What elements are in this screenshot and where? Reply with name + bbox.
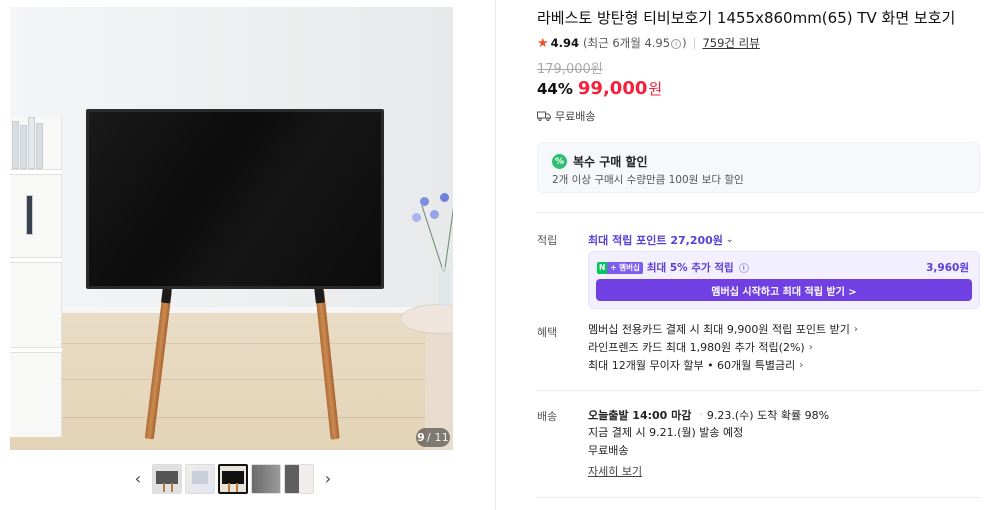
membership-amount: 3,960원	[926, 262, 969, 274]
multi-discount-subtitle: 2개 이상 구매시 수량만큼 100원 보다 할인	[552, 174, 744, 186]
delivery-deadline: 오늘출발 14:00 마감	[588, 408, 692, 422]
benefit-item[interactable]: 라인프렌즈 카드 최대 1,980원 추가 적립(2%) ›	[588, 338, 858, 356]
divider	[537, 497, 982, 498]
thumbnail-3[interactable]	[218, 463, 248, 494]
currency-unit: 원	[648, 80, 663, 98]
naver-membership-badge: N + 멤버십	[597, 261, 643, 274]
percent-icon: %	[552, 154, 567, 169]
column-divider	[495, 0, 496, 510]
divider	[537, 212, 982, 213]
benefits-list: 멤버십 전용카드 결제 시 최대 9,900원 적립 포인트 받기 › 라인프렌즈…	[588, 320, 858, 374]
shipping-text: 무료배송	[555, 110, 596, 123]
benefit-item[interactable]: 최대 12개월 무이자 할부 • 60개월 특별금리 ›	[588, 356, 858, 374]
membership-start-button[interactable]: 멤버십 시작하고 최대 적립 받기 >	[596, 279, 972, 301]
bookshelf	[10, 117, 62, 437]
delivery-fee: 무료배송	[588, 443, 629, 457]
thumbnail-2[interactable]	[185, 463, 215, 494]
star-icon: ★	[537, 35, 549, 51]
benefit-item[interactable]: 멤버십 전용카드 결제 시 최대 9,900원 적립 포인트 받기 ›	[588, 320, 858, 338]
recent-rating: (최근 6개월 4.95 i)	[583, 36, 687, 50]
product-main-image[interactable]: 9/ 11	[10, 7, 453, 450]
flower	[420, 197, 429, 206]
sale-price: 99,000	[577, 78, 648, 99]
benefits-label: 혜택	[537, 326, 558, 339]
thumbnail-1[interactable]	[152, 463, 182, 494]
delivery-label: 배송	[537, 410, 558, 423]
price-row: 44% 99,000 원	[537, 78, 662, 99]
info-icon[interactable]: i	[671, 38, 682, 49]
points-label: 적립	[537, 234, 558, 247]
original-price: 179,000원	[537, 62, 603, 77]
rating-value: 4.94	[550, 36, 580, 50]
membership-extra-points: 최대 5% 추가 적립	[646, 262, 734, 274]
membership-box: N + 멤버십 최대 5% 추가 적립 i 3,960원 멤버십 시작하고 최대 …	[588, 251, 980, 309]
delivery-dispatch: 지금 결제 시 9.21.(월) 발송 예정	[588, 426, 744, 440]
scene-floor	[10, 313, 453, 450]
info-icon[interactable]: i	[738, 262, 749, 273]
divider	[537, 390, 982, 391]
chevron-right-icon: ›	[799, 359, 804, 371]
chevron-right-icon: ›	[853, 323, 858, 335]
product-gallery: 9/ 11 ‹ ›	[0, 0, 495, 510]
chevron-right-icon[interactable]: ›	[317, 464, 339, 494]
tv-screen	[86, 109, 384, 289]
image-pager: 9/ 11	[416, 428, 450, 447]
chevron-left-icon[interactable]: ‹	[127, 464, 149, 494]
delivery-arrival: 9.23.(수) 도착 확률 98%	[706, 408, 830, 422]
delivery-details-link[interactable]: 자세히 보기	[588, 463, 642, 479]
discount-rate: 44%	[537, 80, 573, 98]
product-title: 라베스토 방탄형 티비보호기 1455x860mm(65) TV 화면 보호기	[537, 9, 956, 27]
chevron-down-icon: ⌄	[725, 235, 734, 245]
chevron-right-icon: ›	[808, 341, 813, 353]
thumbnail-4[interactable]	[251, 463, 281, 494]
reviews-link[interactable]: 759건 리뷰	[702, 35, 759, 51]
multi-purchase-discount: % 복수 구매 할인 2개 이상 구매시 수량만큼 100원 보다 할인	[537, 142, 980, 193]
truck-icon	[537, 111, 551, 121]
max-points-dropdown[interactable]: 최대 적립 포인트 27,200원 ⌄	[588, 232, 733, 248]
thumbnail-5[interactable]	[284, 463, 314, 494]
shipping-info: 무료배송	[537, 108, 595, 124]
thumbnail-strip: ‹ ›	[127, 462, 339, 495]
multi-discount-title: 복수 구매 할인	[573, 155, 648, 169]
rating-row: ★ 4.94 (최근 6개월 4.95 i) | 759건 리뷰	[537, 35, 760, 51]
delivery-info: 오늘출발 14:00 마감 · 9.23.(수) 도착 확률 98% 지금 결제…	[588, 408, 830, 479]
vase	[438, 267, 450, 307]
